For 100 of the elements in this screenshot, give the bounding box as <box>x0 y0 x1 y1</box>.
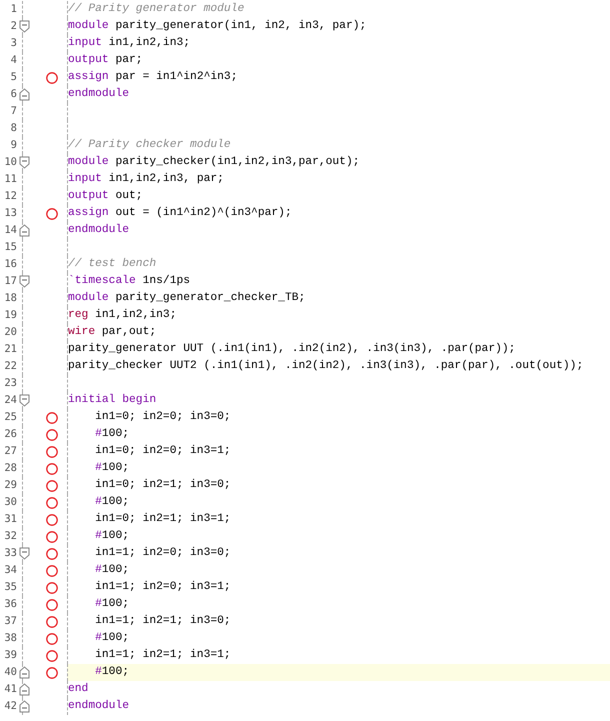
line-number: 19 <box>3 308 18 323</box>
line-number: 24 <box>3 393 18 408</box>
fold-icon[interactable] <box>19 700 30 713</box>
code-line: initial begin <box>68 392 156 408</box>
code-line: endmodule <box>68 86 130 102</box>
code-line: in1=1; in2=0; in3=1; <box>94 580 231 595</box>
code-line: in1=1; in2=1; in3=0; <box>94 614 231 629</box>
line-number: 22 <box>3 359 18 374</box>
line-number: 27 <box>3 444 18 459</box>
breakpoint-icon[interactable] <box>46 666 58 678</box>
line-number: 39 <box>3 648 18 663</box>
code-line: assign out = (in1^in2)^(in3^par); <box>68 206 292 221</box>
line-number: 13 <box>3 206 18 221</box>
breakpoint-icon[interactable] <box>46 462 58 474</box>
line-number: 21 <box>3 342 18 357</box>
breakpoint-icon[interactable] <box>46 428 58 440</box>
breakpoint-icon[interactable] <box>46 530 58 542</box>
line-number: 6 <box>10 87 18 102</box>
code-line: parity_checker UUT2 (.in1(in1), .in2(in2), .in3(in3), .par(par), .out(out)); <box>68 358 584 374</box>
code-line: endmodule <box>68 222 130 238</box>
line-number: 12 <box>3 189 18 204</box>
fold-icon[interactable] <box>19 275 30 288</box>
code-line: #100; <box>94 563 130 578</box>
breakpoint-icon[interactable] <box>46 650 58 662</box>
breakpoint-icon[interactable] <box>46 514 58 526</box>
breakpoint-icon[interactable] <box>46 496 58 508</box>
line-number: 11 <box>3 172 18 187</box>
code-line: module parity_generator(in1, in2, in3, par); <box>68 18 366 34</box>
code-line: #100; <box>94 529 130 544</box>
code-line: in1=0; in2=1; in3=0; <box>94 478 231 493</box>
line-number: 23 <box>3 376 18 391</box>
breakpoint-icon[interactable] <box>46 480 58 492</box>
breakpoint-icon[interactable] <box>46 72 58 84</box>
line-number: 2 <box>10 19 18 34</box>
line-number: 37 <box>3 614 18 629</box>
line-number: 33 <box>3 546 18 561</box>
fold-icon[interactable] <box>19 156 30 169</box>
code-line: in1=0; in2=0; in3=1; <box>94 444 231 459</box>
code-line: wire par,out; <box>68 324 156 340</box>
fold-icon[interactable] <box>19 20 30 33</box>
breakpoint-icon[interactable] <box>46 632 58 644</box>
fold-icon[interactable] <box>19 224 30 237</box>
code-line: #100; <box>94 597 130 612</box>
breakpoint-icon[interactable] <box>46 412 58 424</box>
code-line: input in1,in2,in3, par; <box>68 172 224 187</box>
fold-icon[interactable] <box>19 683 30 696</box>
breakpoint-icon[interactable] <box>46 548 58 560</box>
line-number: 3 <box>10 36 18 51</box>
code-line: in1=0; in2=0; in3=0; <box>94 410 231 425</box>
fold-icon[interactable] <box>19 394 30 407</box>
line-number: 17 <box>3 274 18 289</box>
line-number: 20 <box>3 325 18 340</box>
breakpoint-icon[interactable] <box>46 598 58 610</box>
code-line: end <box>68 682 88 697</box>
code-line: output out; <box>68 189 143 204</box>
line-number: 10 <box>3 155 18 170</box>
line-number: 42 <box>3 699 18 714</box>
line-number: 32 <box>3 529 18 544</box>
line-number: 25 <box>3 410 18 425</box>
line-number: 34 <box>3 563 18 578</box>
breakpoint-icon[interactable] <box>46 582 58 594</box>
line-number: 4 <box>10 53 18 68</box>
line-number: 15 <box>3 240 18 255</box>
line-number: 8 <box>10 121 18 136</box>
code-line: input in1,in2,in3; <box>68 36 190 51</box>
breakpoint-icon[interactable] <box>46 446 58 458</box>
code-line: `timescale 1ns/1ps <box>68 274 190 289</box>
line-number: 38 <box>3 631 18 646</box>
line-number: 1 <box>10 2 18 17</box>
line-number: 31 <box>3 512 18 527</box>
code-line: // test bench <box>68 256 156 272</box>
line-number: 40 <box>3 665 18 680</box>
line-number: 9 <box>10 138 18 153</box>
line-number: 5 <box>10 70 18 85</box>
line-number: 36 <box>3 597 18 612</box>
line-number: 41 <box>3 682 18 697</box>
line-number: 30 <box>3 495 18 510</box>
breakpoint-icon[interactable] <box>46 616 58 628</box>
code-line: module parity_generator_checker_TB; <box>68 290 306 306</box>
line-number: 35 <box>3 580 18 595</box>
code-line: #100; <box>94 665 130 680</box>
fold-icon[interactable] <box>19 88 30 101</box>
code-line: #100; <box>94 461 130 476</box>
breakpoint-icon[interactable] <box>46 208 58 220</box>
code-line: module parity_checker(in1,in2,in3,par,out); <box>68 154 360 170</box>
code-line: in1=1; in2=0; in3=0; <box>94 546 231 561</box>
fold-icon[interactable] <box>19 547 30 560</box>
code-line: in1=0; in2=1; in3=1; <box>94 512 231 527</box>
code-line: parity_generator UUT (.in1(in1), .in2(in2), .in3(in3), .par(par)); <box>68 342 516 357</box>
code-line: // Parity generator module <box>68 2 244 17</box>
line-number: 26 <box>3 427 18 442</box>
code-line: in1=1; in2=1; in3=1; <box>94 648 231 663</box>
code-line: endmodule <box>68 698 130 714</box>
breakpoint-icon[interactable] <box>46 564 58 576</box>
fold-icon[interactable] <box>19 666 30 679</box>
line-number: 28 <box>3 461 18 476</box>
line-number: 14 <box>3 223 18 238</box>
code-line: assign par = in1^in2^in3; <box>68 70 238 85</box>
code-line: #100; <box>94 495 130 510</box>
line-number: 18 <box>3 291 18 306</box>
